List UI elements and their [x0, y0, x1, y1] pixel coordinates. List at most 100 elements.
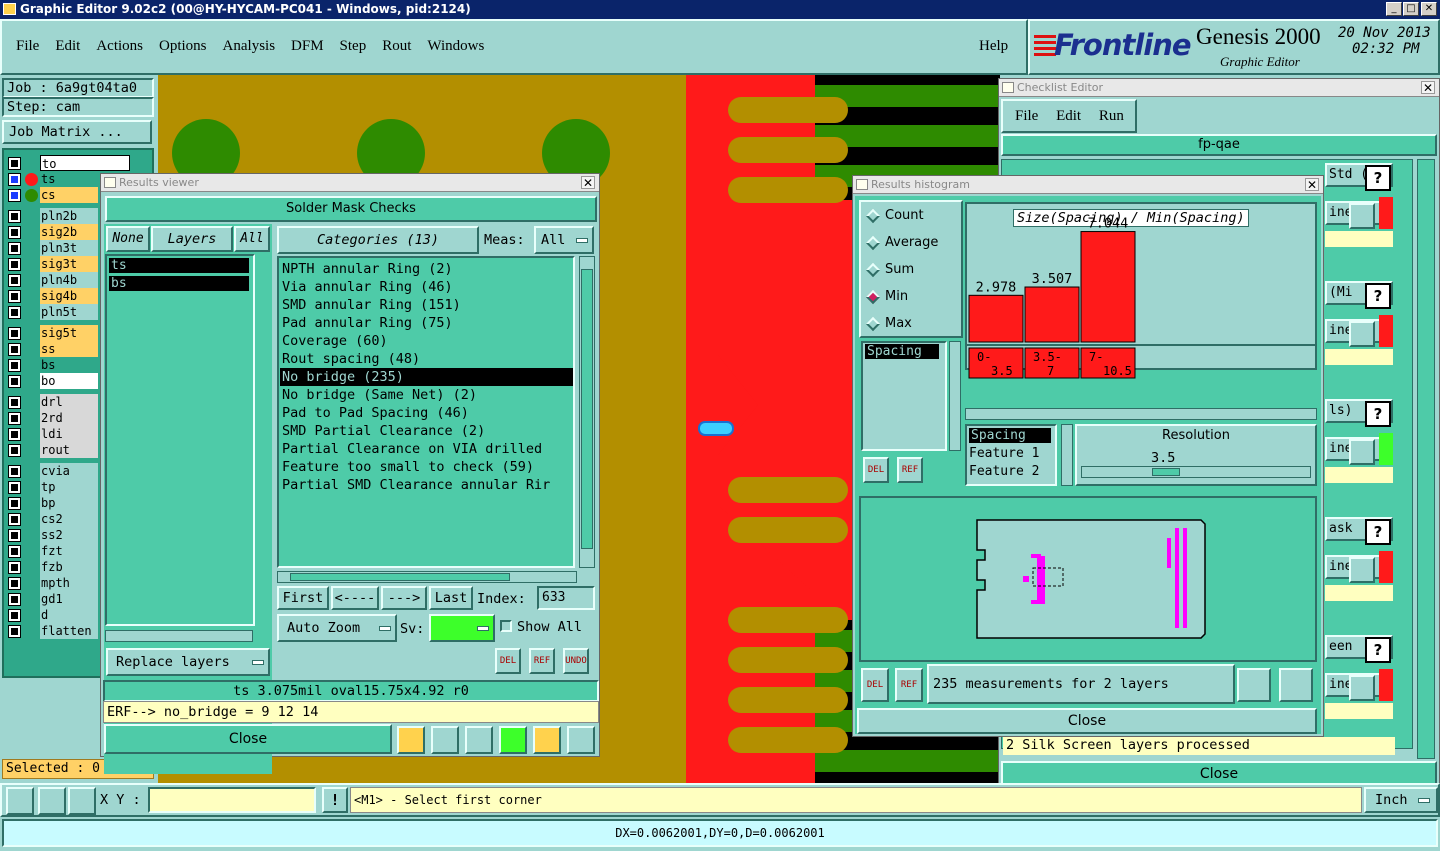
layer-checkbox[interactable] — [8, 359, 21, 372]
export-icon[interactable] — [431, 726, 459, 754]
layer-checkbox[interactable] — [8, 609, 21, 622]
menu-dfm[interactable]: DFM — [291, 38, 324, 55]
layer-checkbox[interactable] — [8, 561, 21, 574]
layer-row[interactable]: bs — [6, 357, 99, 373]
category-item[interactable]: Partial Clearance on VIA drilled — [280, 440, 573, 458]
help-icon[interactable]: ? — [1365, 165, 1391, 191]
close-icon[interactable]: ✕ — [1421, 81, 1435, 94]
histogram-del-button-2[interactable]: DEL — [861, 668, 889, 702]
delete-marker-icon[interactable] — [465, 726, 493, 754]
layer-checkbox[interactable] — [8, 529, 21, 542]
meas-dropdown[interactable]: All — [534, 226, 594, 254]
help-icon[interactable]: ? — [1365, 401, 1391, 427]
layer-name[interactable]: tp — [40, 479, 98, 495]
checklist-menu-file[interactable]: File — [1015, 108, 1038, 124]
help-icon[interactable]: ? — [1365, 283, 1391, 309]
layer-row[interactable]: ldi — [6, 426, 99, 442]
categories-list[interactable]: NPTH annular Ring (2) Via annular Ring (4… — [277, 256, 575, 568]
zoom-icon[interactable] — [1349, 557, 1375, 583]
layer-checkbox[interactable] — [8, 343, 21, 356]
layer-row[interactable]: ss2 — [6, 527, 99, 543]
checklist-menu-edit[interactable]: Edit — [1056, 108, 1081, 124]
layer-name[interactable]: sig5t — [40, 325, 98, 341]
layer-row[interactable]: ts — [6, 171, 99, 187]
field-feature-1[interactable]: Feature 1 — [969, 446, 1039, 461]
layer-row[interactable]: bo — [6, 373, 99, 389]
layer-name[interactable]: bo — [40, 373, 98, 389]
layer-name[interactable]: pln3t — [40, 240, 98, 256]
spacing-item[interactable]: Spacing — [865, 344, 939, 359]
layer-name[interactable]: bs — [40, 357, 98, 373]
category-item[interactable]: Pad annular Ring (75) — [280, 314, 573, 332]
layer-list-hscroll[interactable] — [105, 630, 253, 642]
categories-button[interactable]: Categories (13) — [277, 226, 479, 254]
menu-help[interactable]: Help — [979, 38, 1008, 55]
layer-checkbox[interactable] — [8, 375, 21, 388]
menu-analysis[interactable]: Analysis — [223, 38, 276, 55]
layer-name[interactable]: pln5t — [40, 304, 98, 320]
category-item[interactable]: Feature too small to check (59) — [280, 458, 573, 476]
sv-color-dropdown[interactable] — [429, 614, 495, 642]
auto-zoom-button[interactable]: Auto Zoom — [277, 614, 397, 642]
measure-icon[interactable] — [38, 787, 66, 815]
warning-icon[interactable]: ! — [322, 787, 348, 813]
layer-row[interactable]: cs — [6, 187, 99, 203]
layer-name[interactable]: pln2b — [40, 208, 98, 224]
layer-name[interactable]: ss — [40, 341, 98, 357]
menu-step[interactable]: Step — [340, 38, 367, 55]
maximize-button[interactable]: □ — [1403, 2, 1419, 16]
histogram-del-button[interactable]: DEL — [863, 457, 889, 483]
layer-row[interactable]: pln2b — [6, 208, 99, 224]
layer-checkbox[interactable] — [8, 444, 21, 457]
layer-row[interactable]: pln3t — [6, 240, 99, 256]
scroll-thumb[interactable] — [581, 269, 593, 549]
histogram-close-button[interactable]: Close — [857, 708, 1317, 734]
zoom-icon[interactable] — [1349, 203, 1375, 229]
zoom-to-fit-icon[interactable] — [1237, 668, 1271, 702]
category-item[interactable]: No bridge (Same Net) (2) — [280, 386, 573, 404]
window-close-button[interactable]: ✕ — [1421, 2, 1437, 16]
menu-rout[interactable]: Rout — [382, 38, 411, 55]
numbering-icon[interactable] — [499, 726, 527, 754]
layer-row[interactable]: sig2b — [6, 224, 99, 240]
all-button[interactable]: All — [234, 226, 270, 252]
layer-row[interactable]: cs2 — [6, 511, 99, 527]
ref-button[interactable]: REF — [529, 648, 555, 674]
layer-row[interactable]: gd1 — [6, 591, 99, 607]
layer-row[interactable]: sig3t — [6, 256, 99, 272]
close-icon[interactable]: ✕ — [581, 176, 595, 189]
xy-input[interactable] — [148, 787, 316, 813]
layer-checkbox[interactable] — [8, 513, 21, 526]
result-layer-bs[interactable]: bs — [109, 276, 249, 291]
replace-layers-button[interactable]: Replace layers — [106, 648, 270, 676]
mode-label[interactable]: Sum — [885, 262, 914, 277]
layer-name[interactable]: d — [40, 607, 98, 623]
menu-windows[interactable]: Windows — [427, 38, 484, 55]
report-icon[interactable] — [533, 726, 561, 754]
layer-checkbox[interactable] — [8, 327, 21, 340]
layer-checkbox[interactable] — [8, 481, 21, 494]
layer-checkbox[interactable] — [8, 545, 21, 558]
layer-checkbox[interactable] — [8, 226, 21, 239]
zoom-icon[interactable] — [1349, 675, 1375, 701]
layer-row[interactable]: pln5t — [6, 304, 99, 320]
first-button[interactable]: First — [277, 586, 329, 610]
snap-icon[interactable] — [6, 787, 34, 815]
layer-row[interactable]: ss — [6, 341, 99, 357]
layer-row[interactable]: drl — [6, 394, 99, 410]
layer-row[interactable]: cvia — [6, 463, 99, 479]
layer-name[interactable]: cs2 — [40, 511, 98, 527]
mode-label[interactable]: Min — [885, 289, 908, 304]
category-item[interactable]: Pad to Pad Spacing (46) — [280, 404, 573, 422]
field-spacing[interactable]: Spacing — [969, 428, 1051, 443]
layer-name[interactable]: bp — [40, 495, 98, 511]
layer-row[interactable]: tp — [6, 479, 99, 495]
resolution-slider[interactable] — [1081, 466, 1311, 478]
category-item[interactable]: SMD annular Ring (151) — [280, 296, 573, 314]
index-input[interactable]: 633 — [537, 586, 595, 610]
slider-thumb[interactable] — [1152, 468, 1180, 476]
layer-name[interactable]: sig4b — [40, 288, 98, 304]
layer-name[interactable]: mpth — [40, 575, 98, 591]
spacing-vscroll[interactable] — [949, 341, 961, 451]
layer-row[interactable]: sig4b — [6, 288, 99, 304]
